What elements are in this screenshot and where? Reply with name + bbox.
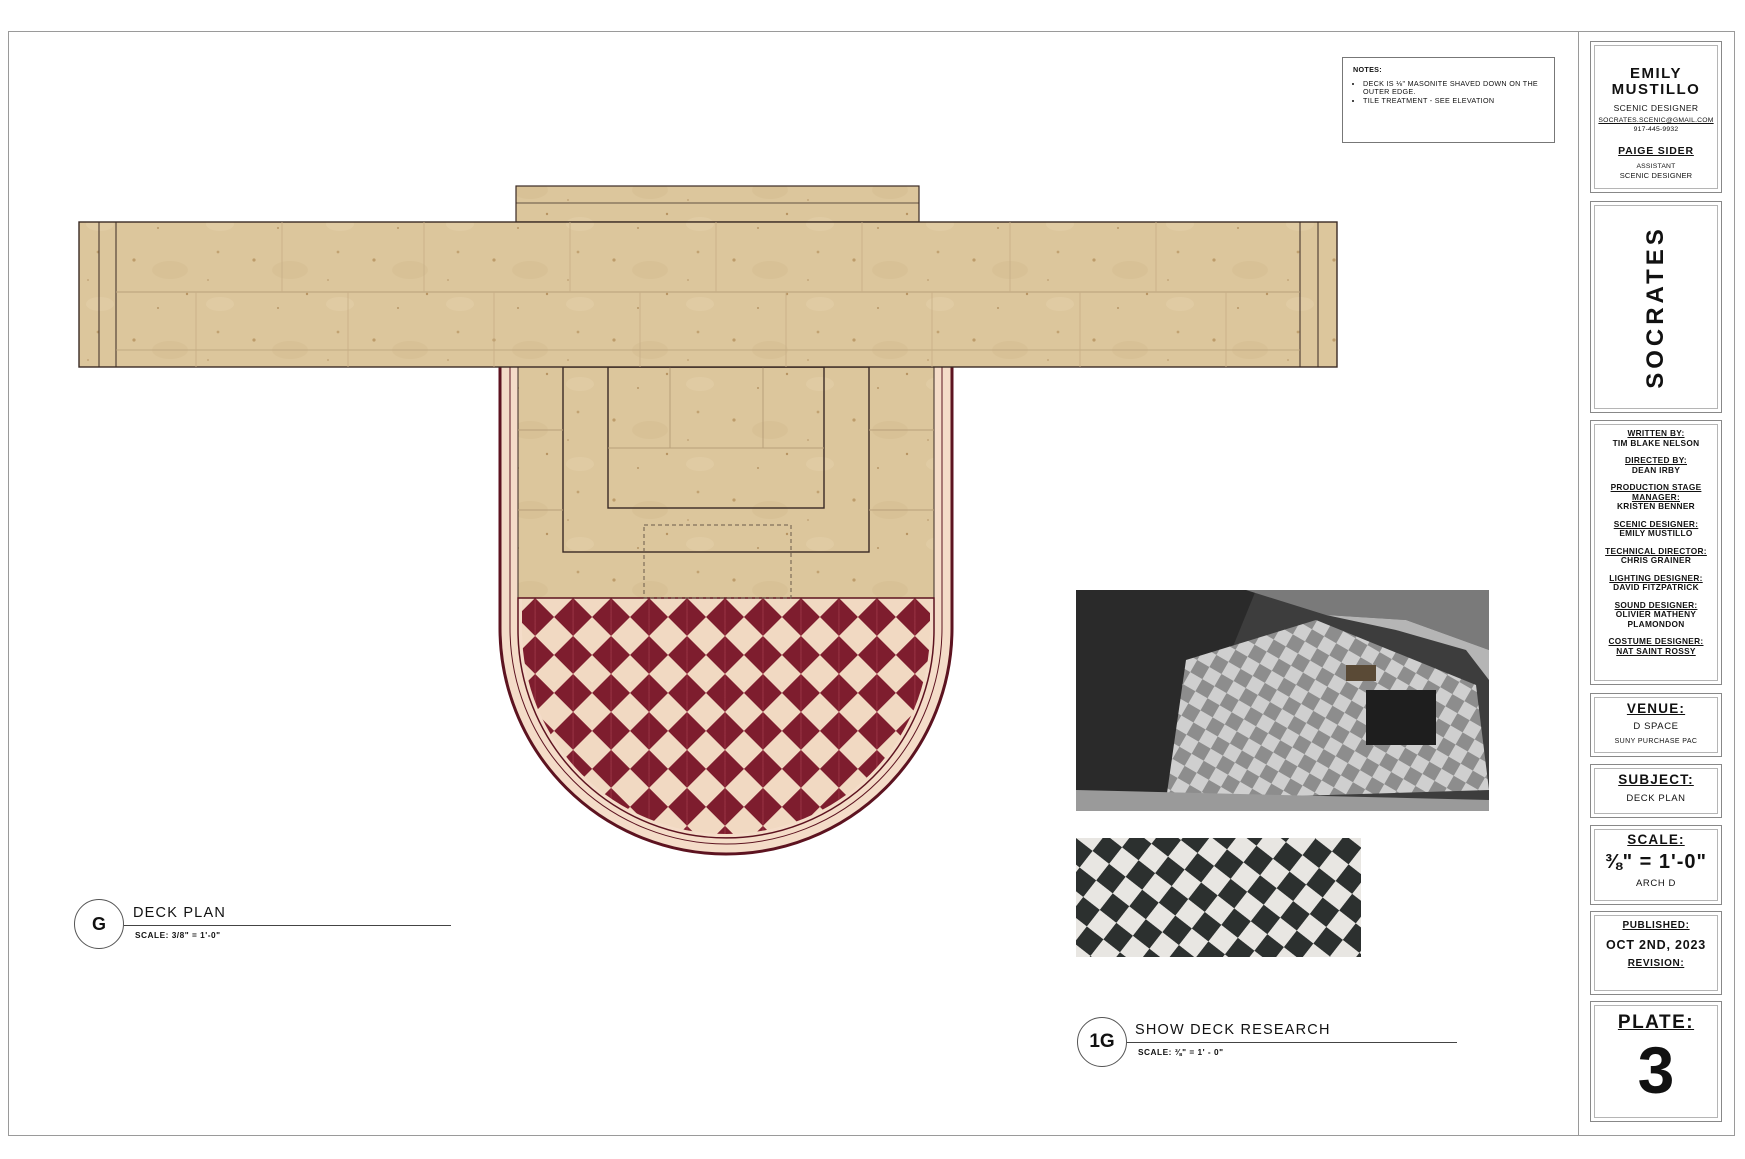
designer-phone: 917-445-9932 [1633,126,1679,133]
checkerboard-tile-field [522,598,930,834]
drawing-scale-g: SCALE: 3/8" = 1'-0" [135,930,221,940]
subject-value: DECK PLAN [1626,793,1686,804]
title-block-divider [1578,31,1579,1136]
published-block: PUBLISHED: OCT 2ND, 2023 REVISION: [1590,911,1722,995]
scale-block: SCALE: ⅜" = 1'-0" ARCH D [1590,825,1722,905]
drawing-title-g: DECK PLAN [133,905,226,921]
show-title: SOCRATES [1642,225,1669,389]
plate-block: PLATE: 3 [1590,1001,1722,1122]
venue-location: SUNY PURCHASE PAC [1614,738,1698,745]
main-platform [78,221,1338,368]
credit-value: EMILY MUSTILLO [1619,528,1693,538]
designer-name-first: EMILY [1630,65,1682,82]
credits-block: WRITTEN BY: TIM BLAKE NELSON DIRECTED BY… [1590,420,1722,685]
drawing-bubble-1g: 1G [1077,1017,1127,1067]
credit-item: TECHNICAL DIRECTOR: CHRIS GRAINER [1591,546,1721,566]
drawing-rule-1g [1127,1042,1457,1043]
credit-label: PRODUCTION STAGE MANAGER: [1610,482,1702,502]
sheet-size: ARCH D [1635,878,1677,889]
research-photo-aerial [1076,590,1489,811]
drawing-rule-g [124,925,451,926]
credit-value: KRISTEN BENNER [1617,501,1695,511]
drawing-title-1g: SHOW DECK RESEARCH [1135,1022,1331,1038]
notes-box: NOTES: DECK IS ⅛" MASONITE SHAVED DOWN O… [1342,57,1555,143]
back-step [515,185,920,223]
credit-item: SCENIC DESIGNER: EMILY MUSTILLO [1591,519,1721,539]
credit-item: SOUND DESIGNER: OLIVIER MATHENY PLAMONDO… [1591,600,1721,630]
drawing-scale-1g: SCALE: ⅜" = 1' - 0" [1138,1047,1224,1057]
published-date: OCT 2ND, 2023 [1605,938,1707,952]
revision-label: REVISION: [1627,958,1685,969]
drawing-id-g: G [91,913,106,934]
credit-value: TIM BLAKE NELSON [1612,437,1700,448]
assistant-name: PAIGE SIDER [1618,145,1694,157]
note-item: TILE TREATMENT - SEE ELEVATION [1363,97,1544,105]
note-item: DECK IS ⅛" MASONITE SHAVED DOWN ON THE O… [1363,80,1544,96]
assistant-role-2: SCENIC DESIGNER [1619,171,1693,180]
scale-heading: SCALE: [1627,832,1685,847]
thrust-stone-field [517,359,935,599]
credit-item: LIGHTING DESIGNER: DAVID FITZPATRICK [1591,573,1721,593]
venue-block: VENUE: D SPACE SUNY PURCHASE PAC [1590,693,1722,757]
venue-name: D SPACE [1633,721,1679,732]
credit-item: DIRECTED BY: DEAN IRBY [1591,455,1721,475]
credit-item: WRITTEN BY: TIM BLAKE NELSON [1591,428,1721,448]
credit-value: OLIVIER MATHENY PLAMONDON [1615,609,1697,629]
credit-value: DEAN IRBY [1631,464,1681,475]
notes-title: NOTES: [1353,65,1382,74]
show-title-block: SOCRATES [1590,201,1722,413]
designer-block: EMILY MUSTILLO SCENIC DESIGNER SOCRATES.… [1590,41,1722,193]
designer-email: SOCRATES.SCENIC@GMAIL.COM [1598,117,1714,124]
research-photo-floor [1076,838,1361,957]
scale-value: ⅜" = 1'-0" [1604,851,1708,873]
assistant-role-1: ASSISTANT [1636,163,1676,170]
venue-heading: VENUE: [1626,701,1686,716]
credit-value: CHRIS GRAINER [1620,555,1692,565]
plate-heading: PLATE: [1617,1012,1695,1033]
credit-value: NAT SAINT ROSSY [1616,645,1696,656]
credit-item: PRODUCTION STAGE MANAGER: KRISTEN BENNER [1591,482,1721,512]
credit-value: DAVID FITZPATRICK [1613,582,1699,592]
designer-role: SCENIC DESIGNER [1613,103,1699,113]
published-heading: PUBLISHED: [1622,920,1690,931]
drawing-bubble-g: G [74,899,124,949]
subject-heading: SUBJECT: [1618,772,1694,787]
subject-block: SUBJECT: DECK PLAN [1590,764,1722,818]
credit-item: COSTUME DESIGNER: NAT SAINT ROSSY [1591,636,1721,656]
notes-list: DECK IS ⅛" MASONITE SHAVED DOWN ON THE O… [1353,80,1544,105]
drawing-id-1g: 1G [1089,1031,1115,1052]
designer-name-last: MUSTILLO [1611,81,1701,98]
plate-number: 3 [1637,1033,1675,1107]
